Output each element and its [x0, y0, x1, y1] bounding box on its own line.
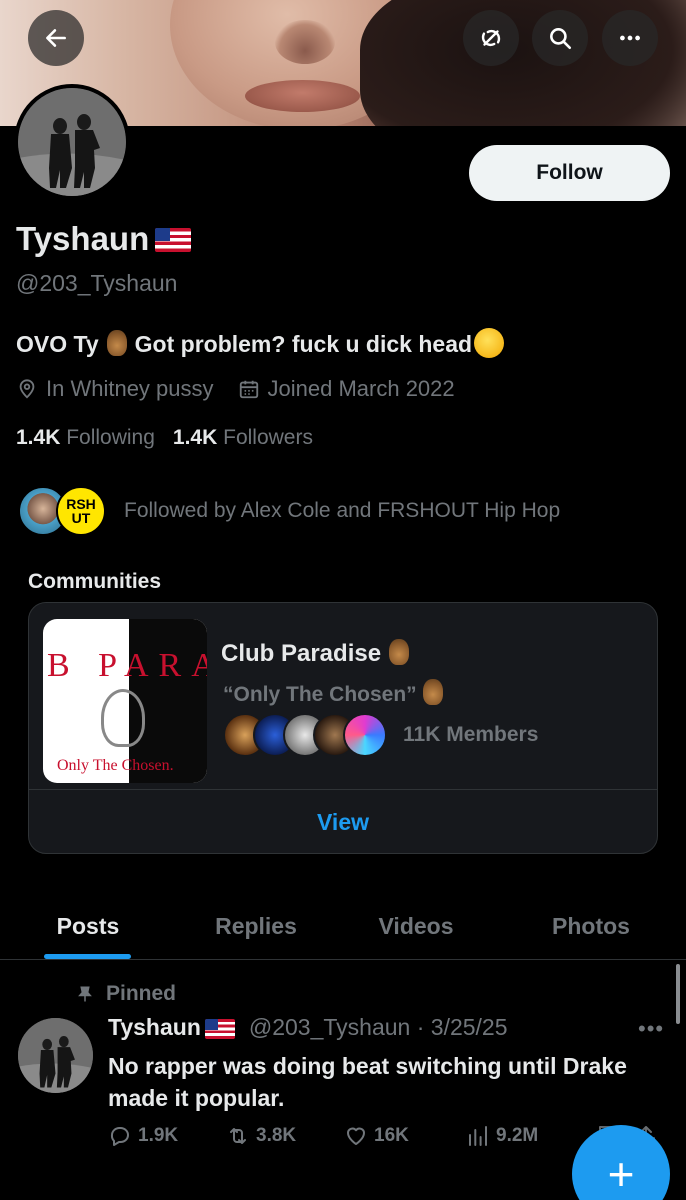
avatar-image — [18, 88, 126, 196]
scrollbar[interactable] — [676, 964, 680, 1024]
profile-bio: OVO Ty Got problem? fuck u dick head — [16, 328, 505, 358]
banner-nose — [275, 20, 335, 64]
profile-location: In Whitney pussy — [46, 376, 214, 401]
profile-avatar[interactable] — [14, 84, 130, 200]
avatar-figures — [18, 88, 126, 196]
repost-icon — [230, 1128, 246, 1144]
community-cover: B PARA Only The Chosen. — [43, 619, 207, 783]
cover-tagline: Only The Chosen. — [57, 757, 174, 774]
active-tab-indicator — [44, 954, 131, 959]
views-count: 9.2M — [496, 1125, 539, 1146]
banner-lips — [245, 80, 360, 112]
post-more-icon[interactable]: ••• — [638, 1016, 664, 1042]
post-avatar-figures — [18, 1018, 93, 1093]
reply-icon — [110, 1127, 129, 1146]
grok-button[interactable] — [463, 10, 519, 66]
heart-icon — [347, 1127, 365, 1145]
community-subtitle-text: “Only The Chosen” — [223, 683, 417, 706]
tab-posts[interactable]: Posts — [30, 892, 146, 960]
followed-by-text: Followed by Alex Cole and FRSHOUT Hip Ho… — [124, 499, 561, 522]
community-subtitle: “Only The Chosen” — [223, 679, 451, 707]
cover-title-text: B PARA — [47, 647, 207, 684]
search-icon — [550, 28, 572, 50]
follower-avatar-frshout: RSH UT — [56, 486, 106, 536]
owl-emoji-icon — [106, 330, 127, 356]
tab-photos[interactable]: Photos — [524, 892, 658, 960]
like-count: 16K — [374, 1125, 409, 1146]
laughing-emoji-icon — [474, 328, 505, 358]
following-count: 1.4K — [16, 426, 61, 449]
follow-button[interactable]: Follow — [469, 145, 670, 201]
profile-name-text: Tyshaun — [16, 220, 150, 257]
us-flag-icon — [204, 1018, 235, 1039]
arrow-left-icon — [46, 29, 66, 47]
post-text: No rapper was doing beat switching until… — [108, 1053, 627, 1111]
community-name-text: Club Paradise — [221, 640, 382, 667]
more-dots-icon — [620, 35, 640, 41]
pin-icon — [78, 986, 92, 1002]
followers-count: 1.4K — [172, 426, 218, 449]
calendar-icon — [239, 380, 258, 399]
profile-name: Tyshaun — [16, 220, 192, 258]
following-link[interactable]: 1.4K Following — [16, 426, 155, 450]
post-avatar[interactable] — [18, 1018, 93, 1093]
plus-icon: + — [607, 1148, 635, 1200]
grok-icon — [481, 29, 501, 47]
profile-meta: In Whitney pussy Joined March 2022 — [16, 376, 455, 402]
location-pin-icon — [19, 379, 35, 399]
views-button[interactable]: 9.2M — [466, 1124, 594, 1148]
back-button[interactable] — [28, 10, 84, 66]
views-chart-icon — [469, 1126, 487, 1146]
bio-part-1: OVO Ty — [16, 331, 99, 357]
reply-count: 1.9K — [138, 1125, 179, 1146]
following-label: Following — [66, 426, 155, 449]
owl-emoji-icon — [389, 639, 410, 665]
community-card[interactable]: B PARA Only The Chosen. Club Paradise “O… — [28, 602, 658, 854]
followers-link[interactable]: 1.4K Followers — [173, 426, 313, 450]
profile-stats: 1.4K Following 1.4K Followers — [16, 426, 313, 450]
bio-part-2: Got problem? fuck u dick head — [134, 331, 473, 357]
community-members: 11K Members — [223, 713, 538, 757]
more-button[interactable] — [602, 10, 658, 66]
member-count: 11K Members — [403, 723, 539, 746]
tab-replies[interactable]: Replies — [190, 892, 322, 960]
profile-tabs: Posts Replies Videos Photos — [0, 892, 686, 960]
post-header: Tyshaun @203_Tyshaun · 3/25/25 — [108, 1014, 508, 1041]
community-name: Club Paradise — [221, 639, 417, 668]
tab-videos[interactable]: Videos — [356, 892, 476, 960]
communities-heading: Communities — [28, 570, 162, 593]
profile-handle: @203_Tyshaun — [16, 270, 178, 296]
pinned-text: Pinned — [106, 982, 177, 1005]
post-meta: @203_Tyshaun · 3/25/25 — [248, 1014, 508, 1040]
search-button[interactable] — [532, 10, 588, 66]
view-community-button[interactable]: View — [29, 789, 657, 853]
followers-label: Followers — [223, 426, 313, 449]
pinned-label: Pinned — [76, 982, 176, 1006]
us-flag-icon — [155, 228, 192, 252]
like-button[interactable]: 16K — [344, 1124, 466, 1148]
ovo-owl-icon — [101, 689, 145, 747]
reply-button[interactable]: 1.9K — [108, 1124, 226, 1148]
followed-by-row[interactable]: RSH UT Followed by Alex Cole and FRSHOUT… — [18, 486, 560, 536]
repost-count: 3.8K — [256, 1125, 297, 1146]
profile-joined: Joined March 2022 — [267, 376, 455, 401]
post-author[interactable]: Tyshaun — [108, 1014, 201, 1041]
owl-emoji-icon — [422, 679, 443, 705]
repost-button[interactable]: 3.8K — [226, 1124, 344, 1148]
member-avatar — [343, 713, 387, 757]
